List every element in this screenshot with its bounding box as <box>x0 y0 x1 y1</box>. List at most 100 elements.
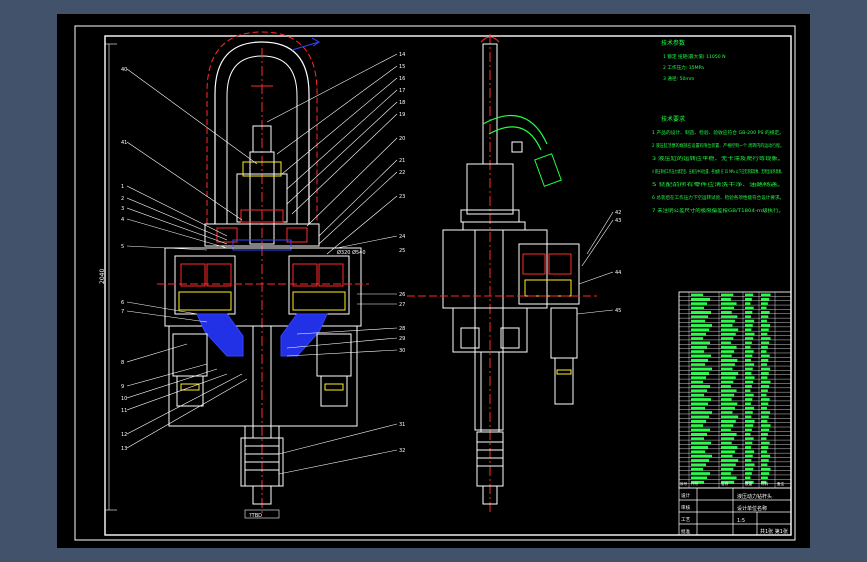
bom-cell-entry <box>721 367 733 371</box>
bom-cell-entry <box>691 293 704 297</box>
title-block <box>678 487 792 536</box>
bom-cell-entry <box>721 441 732 445</box>
bom-cell-entry <box>745 476 751 480</box>
bom-cell-entry <box>691 437 705 440</box>
bom-cell-entry <box>761 389 768 393</box>
tech-requirement-item: 2 液压缸活塞的端部应设置有限位装置、严格控制一个 周转内的运动行程。 <box>652 142 784 149</box>
part-number-label: 32 <box>399 448 405 454</box>
bom-cell-entry <box>761 319 767 323</box>
bom-cell-entry <box>761 332 768 336</box>
bom-table: 序号 代号 名称 数量 材料 备注 <box>678 291 792 489</box>
bom-cell-entry <box>761 385 770 388</box>
part-number-label: 43 <box>615 218 621 224</box>
cad-viewport[interactable]: 2040 ?TBD Ø320 Ø540 40 41 1 2 3 4 5 6 7 … <box>57 14 810 548</box>
bom-cell-entry <box>691 345 708 349</box>
bom-header-cell: 备注 <box>777 481 785 486</box>
part-number-label: 44 <box>615 270 621 276</box>
bom-cell-entry <box>691 454 713 458</box>
bom-cell-entry <box>745 367 753 371</box>
bom-cell-entry <box>761 337 771 340</box>
bom-cell-entry <box>745 459 752 462</box>
bom-cell-entry <box>721 398 732 401</box>
assembly-drawing: 2040 ?TBD Ø320 Ø540 40411234567891011121… <box>74 25 796 541</box>
bom-cell-entry <box>691 419 707 423</box>
bom-cell-entry <box>745 324 753 327</box>
bom-cell-entry <box>761 345 768 349</box>
bom-cell-entry <box>745 437 754 440</box>
bom-cell-entry <box>721 354 732 358</box>
bom-cell-entry <box>691 341 711 345</box>
bom-cell-entry <box>691 402 709 406</box>
bom-cell-entry <box>691 363 706 366</box>
bom-cell-entry <box>745 376 755 379</box>
bom-cell-entry <box>691 367 713 371</box>
bom-cell-entry <box>721 293 734 297</box>
part-number-label: 12 <box>121 432 127 438</box>
bom-cell-entry <box>691 432 708 436</box>
bom-cell-entry <box>761 398 770 401</box>
bom-cell-entry <box>745 467 754 471</box>
bom-cell-entry <box>691 393 705 397</box>
drawing-window: 2040 ?TBD Ø320 Ø540 40 41 1 2 3 4 5 6 7 … <box>0 0 867 562</box>
bom-cell-entry <box>721 319 735 323</box>
bom-cell-entry <box>721 437 735 440</box>
bottom-dimension-label: ?TBD <box>249 513 262 519</box>
bom-cell-entry <box>761 302 768 305</box>
height-dimension <box>105 43 117 511</box>
bom-cell-entry <box>745 302 751 305</box>
bom-cell-entry <box>691 441 712 445</box>
bom-cell-entry <box>691 350 705 353</box>
tech-params-block: 技术参数 1 额定 扭矩(最大值) 11050 N 2 工作压力: 35MPa 3 … <box>661 39 726 82</box>
tech-requirement-item: 7 未注明公差尺寸的极限偏差按GB/T1804-m级执行。 <box>652 207 784 214</box>
bom-cell-entry <box>761 450 767 453</box>
bom-cell-entry <box>761 441 770 445</box>
bom-cell-entry <box>691 450 706 453</box>
bom-cell-entry <box>721 476 737 480</box>
bom-cell-entry <box>761 454 771 458</box>
bom-cell-entry <box>745 293 754 297</box>
bom-header-cell: 序号 <box>680 481 688 486</box>
tech-requirement-item: 6 总装后在工作压力下空运转试验、检验各项性能符合设计要求。 <box>652 194 784 201</box>
bom-cell-entry <box>691 358 709 362</box>
bom-cell-entry <box>761 446 769 449</box>
bom-cell-entry <box>745 372 752 375</box>
tech-requirement-item: 3 液压缸的运转应平稳、无卡滞及爬行等现象。 <box>652 155 784 162</box>
bom-header-cell: 数量 <box>745 481 753 486</box>
part-number-label: 10 <box>121 396 127 402</box>
bom-cell-entry <box>721 463 736 467</box>
bom-cell-entry <box>761 324 771 327</box>
bom-cell-entry <box>761 311 770 314</box>
bom-cell-entry <box>721 341 731 345</box>
bom-cell-entry <box>691 424 704 427</box>
bom-cell-entry <box>745 350 754 353</box>
bom-cell-entry <box>721 428 731 432</box>
part-number-label: 20 <box>399 136 405 142</box>
bom-cell-entry <box>721 406 735 410</box>
bom-cell-entry <box>721 302 737 305</box>
part-number-label: 24 <box>399 234 405 240</box>
bom-cell-entry <box>691 385 711 388</box>
part-number-label: 6 <box>121 300 124 306</box>
part-number-label: 25 <box>399 248 405 254</box>
bom-cell-entry <box>721 297 731 301</box>
bom-cell-entry <box>761 472 770 475</box>
bom-cell-entry <box>745 354 753 358</box>
title-block-row-label: 批准 <box>681 528 691 535</box>
bom-cell-entry <box>745 415 752 419</box>
bom-cell-entry <box>761 293 771 297</box>
bom-cell-entry <box>691 459 710 462</box>
bom-cell-entry <box>721 415 739 419</box>
part-number-label: 41 <box>121 140 127 146</box>
bom-cell-entry <box>745 380 754 384</box>
bom-cell-entry <box>761 467 771 471</box>
bom-cell-entry <box>721 419 736 423</box>
bom-cell-entry <box>691 389 708 393</box>
bom-cell-entry <box>691 328 710 332</box>
bom-cell-entry <box>745 441 753 445</box>
part-number-label: 2 <box>121 196 124 202</box>
bom-cell-entry <box>745 319 755 323</box>
front-section-view <box>157 31 369 514</box>
bom-cell-entry <box>745 306 754 310</box>
bom-cell-entry <box>721 372 739 375</box>
bom-cell-entry <box>691 372 710 375</box>
